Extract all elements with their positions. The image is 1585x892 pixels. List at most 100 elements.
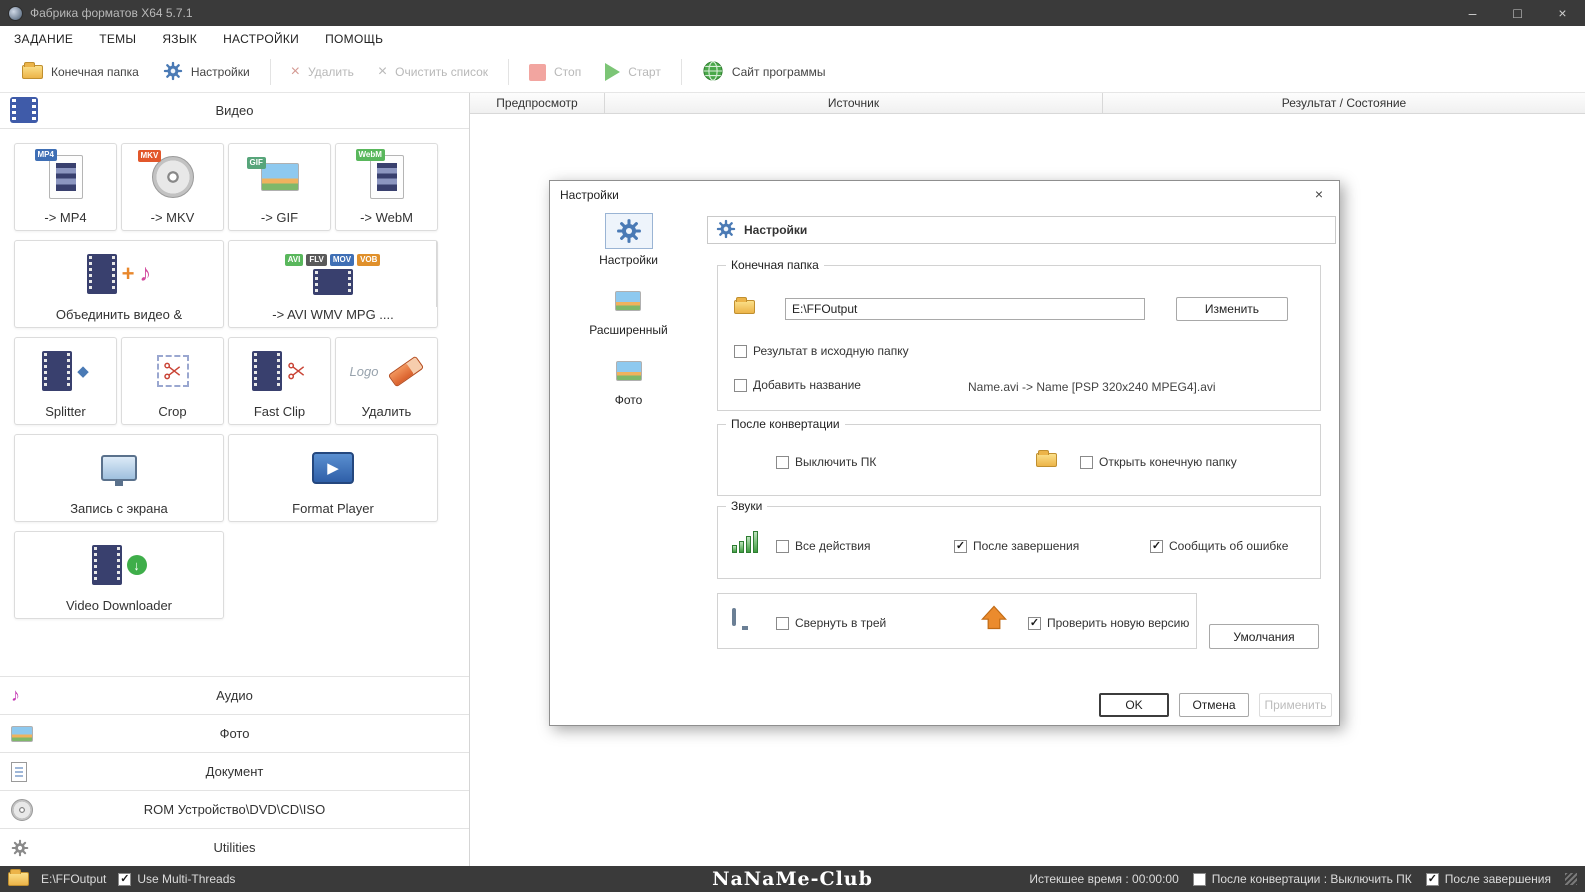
apply-button[interactable]: Применить xyxy=(1259,693,1332,717)
output-folder-group: Конечная папка Изменить Результат в исхо… xyxy=(717,258,1321,411)
change-button[interactable]: Изменить xyxy=(1176,297,1288,321)
statusbar-output-path[interactable]: E:\FFOutput xyxy=(41,872,106,886)
gear-icon xyxy=(604,213,653,249)
tile-to-mp4[interactable]: MP4 -> MP4 xyxy=(14,143,117,231)
checkbox-shutdown-pc[interactable]: Выключить ПК xyxy=(776,455,876,469)
menu-item-themes[interactable]: ТЕМЫ xyxy=(99,32,136,46)
tile-fast-clip[interactable]: Fast Clip xyxy=(228,337,331,425)
checkbox-sound-on-error[interactable]: ✓ Сообщить об ошибке xyxy=(1150,539,1288,553)
downloader-icon: ↓ xyxy=(15,532,223,598)
menubar: ЗАДАНИЕ ТЕМЫ ЯЗЫК НАСТРОЙКИ ПОМОЩЬ xyxy=(0,26,1585,52)
photo-icon xyxy=(605,353,653,389)
fast-clip-icon xyxy=(229,338,330,404)
film-strip-icon xyxy=(10,97,38,123)
task-list-header: Предпросмотр Источник Результат / Состоя… xyxy=(470,93,1585,114)
close-button[interactable]: × xyxy=(1540,0,1585,26)
misc-group: Свернуть в трей ✓ Проверить новую версию xyxy=(717,593,1197,649)
window-title: Фабрика форматов X64 5.7.1 xyxy=(30,6,193,20)
toolbar-separator xyxy=(508,59,510,85)
dialog-title: Настройки xyxy=(560,188,619,202)
dialog-nav: Настройки Расширенный Фото xyxy=(550,213,707,423)
dialog-close-button[interactable]: × xyxy=(1309,186,1329,202)
delete-button[interactable]: × Удалить xyxy=(279,59,366,85)
start-button[interactable]: Старт xyxy=(593,58,673,86)
nav-item-photo[interactable]: Фото xyxy=(605,353,653,407)
sound-bars-icon xyxy=(732,531,758,553)
checkbox-check-new-version[interactable]: ✓ Проверить новую версию xyxy=(1028,616,1189,630)
tile-merge-video[interactable]: + ♪ Объединить видео & xyxy=(14,240,224,328)
output-folder-button[interactable]: Конечная папка xyxy=(10,60,151,84)
open-folder-icon xyxy=(1036,450,1057,467)
tray-monitor-icon xyxy=(732,608,736,626)
column-preview[interactable]: Предпросмотр xyxy=(470,93,605,113)
tile-to-mkv[interactable]: MKV -> MKV xyxy=(121,143,224,231)
update-arrow-icon xyxy=(980,604,1008,635)
ok-button[interactable]: OK xyxy=(1099,693,1169,717)
stop-button[interactable]: Стоп xyxy=(517,59,593,86)
tile-splitter[interactable]: ◆ Splitter xyxy=(14,337,117,425)
checkbox-open-output-folder[interactable]: Открыть конечную папку xyxy=(1080,455,1237,469)
folder-icon xyxy=(734,297,755,314)
nav-item-advanced[interactable]: Расширенный xyxy=(589,283,668,337)
defaults-button[interactable]: Умолчания xyxy=(1209,624,1319,649)
checkbox-add-name[interactable]: Добавить название xyxy=(734,378,861,392)
stop-label: Стоп xyxy=(554,65,582,79)
webm-file-icon: WebM xyxy=(336,144,437,210)
splitter-icon: ◆ xyxy=(15,338,116,404)
checkbox-shutdown-after-convert[interactable]: После конвертации : Выключить ПК xyxy=(1192,872,1412,886)
crop-scissors-icon xyxy=(122,338,223,404)
video-header-label: Видео xyxy=(215,103,254,118)
sidebar-item-rom[interactable]: ROM Устройство\DVD\CD\ISO xyxy=(0,790,469,828)
menu-item-language[interactable]: ЯЗЫК xyxy=(162,32,197,46)
tile-video-downloader[interactable]: ↓ Video Downloader xyxy=(14,531,224,619)
statusbar-folder-icon[interactable] xyxy=(8,869,29,886)
delete-icon: × xyxy=(290,63,300,80)
menu-item-task[interactable]: ЗАДАНИЕ xyxy=(14,32,73,46)
column-result[interactable]: Результат / Состояние xyxy=(1103,93,1585,113)
tile-crop[interactable]: Crop xyxy=(121,337,224,425)
settings-label: Настройки xyxy=(190,65,250,79)
checkbox-minimize-to-tray[interactable]: Свернуть в трей xyxy=(776,616,886,630)
settings-button[interactable]: Настройки xyxy=(151,56,262,89)
sidebar-item-photo[interactable]: Фото xyxy=(0,714,469,752)
output-folder-label: Конечная папка xyxy=(51,65,139,79)
tile-remove-logo[interactable]: Logo Удалить xyxy=(335,337,438,425)
resize-grip[interactable] xyxy=(1565,873,1577,885)
mkv-disc-icon: MKV xyxy=(122,144,223,210)
video-tiles-grid: MP4 -> MP4 MKV -> MKV GIF -> GIF WebM ->… xyxy=(0,129,456,628)
checkbox-sound-after-done[interactable]: ✓ После завершения xyxy=(954,539,1079,553)
photo-icon xyxy=(11,725,33,742)
menu-item-settings[interactable]: НАСТРОЙКИ xyxy=(223,32,299,46)
clear-list-button[interactable]: × Очистить список xyxy=(366,59,500,85)
checkbox-multithreads[interactable]: ✓ Use Multi-Threads xyxy=(118,872,235,886)
checkbox-result-source-folder[interactable]: Результат в исходную папку xyxy=(734,344,909,358)
titlebar: Фабрика форматов X64 5.7.1 – □ × xyxy=(0,0,1585,26)
checkbox-after-completion[interactable]: ✓ После завершения xyxy=(1425,872,1551,886)
cancel-button[interactable]: Отмена xyxy=(1179,693,1249,717)
maximize-button[interactable]: □ xyxy=(1495,0,1540,26)
tile-to-gif[interactable]: GIF -> GIF xyxy=(228,143,331,231)
start-icon xyxy=(605,63,621,81)
screen-record-icon xyxy=(15,435,223,501)
video-section-header[interactable]: Видео xyxy=(0,93,469,129)
minimize-button[interactable]: – xyxy=(1450,0,1495,26)
website-button[interactable]: Сайт программы xyxy=(690,55,838,90)
sidebar-item-document[interactable]: Документ xyxy=(0,752,469,790)
nav-item-settings[interactable]: Настройки xyxy=(599,213,658,267)
tile-to-avi-wmv-mpg[interactable]: AVI FLV MOV VOB -> AVI WMV MPG .... xyxy=(228,240,438,328)
tile-screen-record[interactable]: Запись с экрана xyxy=(14,434,224,522)
tile-format-player[interactable]: ▶ Format Player xyxy=(228,434,438,522)
elapsed-time: Истекшее время : 00:00:00 xyxy=(1029,872,1179,886)
menu-item-help[interactable]: ПОМОЩЬ xyxy=(325,32,383,46)
output-path-input[interactable] xyxy=(785,298,1145,320)
disc-icon xyxy=(11,798,33,821)
sidebar-item-utilities[interactable]: Utilities xyxy=(0,828,469,866)
sidebar-item-audio[interactable]: ♪ Аудио xyxy=(0,676,469,714)
toolbar: Конечная папка Настройки × Удалить × Очи… xyxy=(0,52,1585,92)
column-source[interactable]: Источник xyxy=(605,93,1103,113)
statusbar: E:\FFOutput ✓ Use Multi-Threads NaNaMe-C… xyxy=(0,866,1585,892)
checkbox-all-actions-sound[interactable]: Все действия xyxy=(776,539,870,553)
tile-to-webm[interactable]: WebM -> WebM xyxy=(335,143,438,231)
dialog-header-label: Настройки xyxy=(744,223,808,237)
globe-icon xyxy=(702,60,724,85)
